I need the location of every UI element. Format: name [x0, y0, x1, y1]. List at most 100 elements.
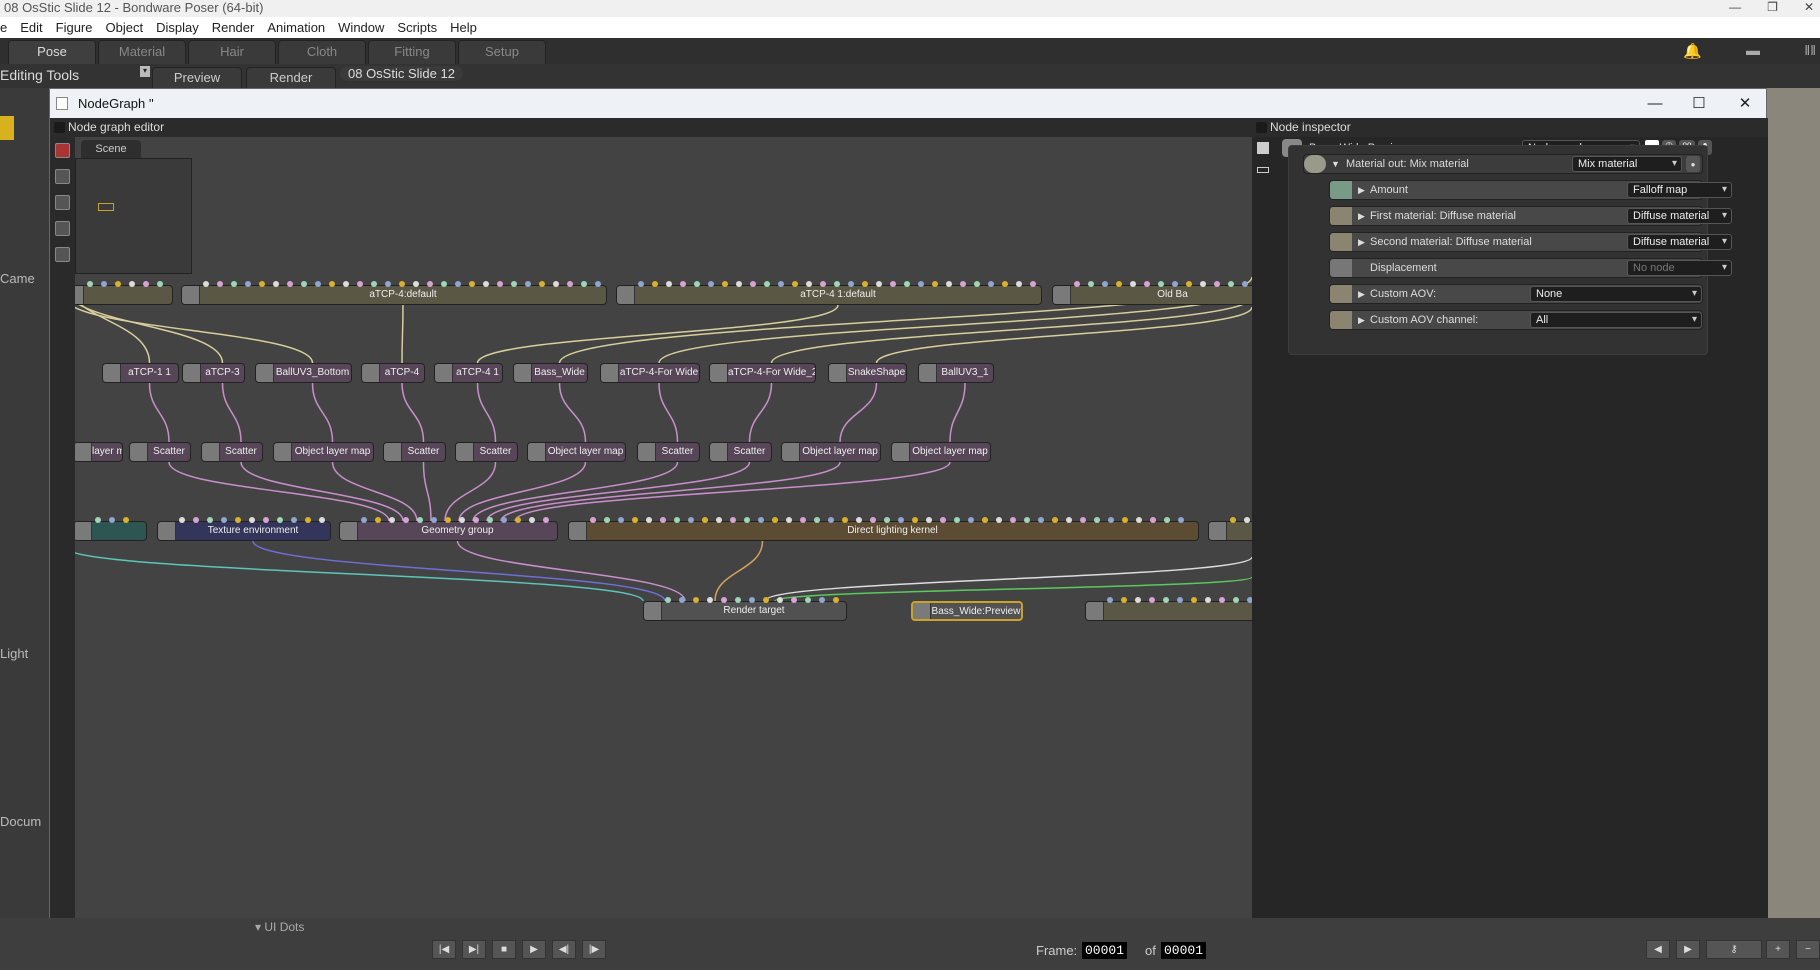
input-port[interactable] — [833, 597, 839, 603]
remove-key-button[interactable]: − — [1796, 940, 1820, 959]
input-port[interactable] — [193, 517, 199, 523]
param-row[interactable]: ▶ First material: Diffuse material Diffuse… — [1329, 206, 1732, 226]
input-port[interactable] — [525, 281, 531, 287]
input-port[interactable] — [1186, 281, 1192, 287]
input-port[interactable] — [1149, 597, 1155, 603]
input-port[interactable] — [1233, 597, 1239, 603]
input-port[interactable] — [828, 517, 834, 523]
input-port[interactable] — [249, 517, 255, 523]
input-port[interactable] — [1200, 281, 1206, 287]
next-key-button[interactable]: |▶ — [582, 940, 606, 959]
input-port[interactable] — [819, 597, 825, 603]
input-port[interactable] — [884, 517, 890, 523]
bell-icon[interactable]: 🔔 — [1683, 42, 1702, 60]
input-port[interactable] — [115, 281, 121, 287]
node-row4[interactable]: Geometry group — [339, 521, 558, 541]
minimize-button[interactable]: — — [1635, 89, 1675, 118]
input-port[interactable] — [371, 281, 377, 287]
input-port[interactable] — [1094, 517, 1100, 523]
keyframe-button[interactable]: ⚷ — [1706, 940, 1762, 959]
input-port[interactable] — [763, 597, 769, 603]
restore-button[interactable]: ❐ — [1767, 0, 1778, 17]
input-port[interactable] — [834, 281, 840, 287]
param-dropdown[interactable]: Falloff map — [1627, 182, 1732, 198]
input-port[interactable] — [1116, 281, 1122, 287]
input-port[interactable] — [805, 597, 811, 603]
input-port[interactable] — [744, 517, 750, 523]
param-dropdown[interactable]: Diffuse material — [1627, 208, 1732, 224]
tab-setup[interactable]: Setup — [458, 40, 546, 64]
tab-hair[interactable]: Hair — [188, 40, 276, 64]
document-viewport[interactable] — [1767, 88, 1820, 918]
expand-arrow-icon[interactable]: ▶ — [1358, 207, 1365, 225]
input-port[interactable] — [483, 281, 489, 287]
node-row2[interactable]: SnakeShape — [828, 363, 907, 383]
input-port[interactable] — [652, 281, 658, 287]
editor-checkbox[interactable] — [54, 122, 65, 133]
input-port[interactable] — [291, 517, 297, 523]
input-port[interactable] — [618, 517, 624, 523]
input-port[interactable] — [974, 281, 980, 287]
input-port[interactable] — [666, 281, 672, 287]
node-row4[interactable] — [75, 521, 147, 541]
input-port[interactable] — [1074, 281, 1080, 287]
prev-key-button[interactable]: ◀| — [552, 940, 576, 959]
tab-scene[interactable]: Scene — [81, 140, 141, 158]
node-row4[interactable] — [1208, 521, 1252, 541]
input-port[interactable] — [1214, 281, 1220, 287]
input-port[interactable] — [749, 597, 755, 603]
node-row3[interactable]: Object layer map — [273, 442, 374, 462]
param-row[interactable]: ▶ Custom AOV: None — [1329, 284, 1703, 304]
input-port[interactable] — [736, 281, 742, 287]
input-port[interactable] — [1052, 517, 1058, 523]
input-port[interactable] — [273, 281, 279, 287]
input-port[interactable] — [1030, 281, 1036, 287]
input-port[interactable] — [143, 281, 149, 287]
input-port[interactable] — [1122, 517, 1128, 523]
input-port[interactable] — [221, 517, 227, 523]
input-port[interactable] — [730, 517, 736, 523]
input-port[interactable] — [1038, 517, 1044, 523]
next-frame-button[interactable]: ▶ — [1676, 940, 1700, 959]
input-port[interactable] — [413, 281, 419, 287]
input-port[interactable] — [1228, 281, 1234, 287]
input-port[interactable] — [1002, 281, 1008, 287]
input-port[interactable] — [455, 281, 461, 287]
input-port[interactable] — [417, 517, 423, 523]
input-port[interactable] — [1024, 517, 1030, 523]
input-port[interactable] — [1177, 597, 1183, 603]
input-port[interactable] — [1107, 597, 1113, 603]
input-port[interactable] — [1080, 517, 1086, 523]
node-row2[interactable]: BallUV3_Bottom — [255, 363, 352, 383]
input-port[interactable] — [1108, 517, 1114, 523]
frame-input[interactable]: 00001 — [1082, 942, 1128, 959]
target-icon[interactable] — [55, 143, 70, 158]
node-row3[interactable]: Scatter — [455, 442, 518, 462]
input-port[interactable] — [539, 281, 545, 287]
input-port[interactable] — [511, 281, 517, 287]
input-port[interactable] — [758, 517, 764, 523]
input-port[interactable] — [1230, 517, 1236, 523]
node-row3[interactable]: Object layer map — [527, 442, 626, 462]
expand-arrow-icon[interactable]: ▶ — [1358, 311, 1365, 329]
param-dropdown[interactable]: None — [1530, 286, 1702, 302]
input-port[interactable] — [1010, 517, 1016, 523]
last-frame-button[interactable]: ▶| — [462, 940, 486, 959]
input-port[interactable] — [988, 281, 994, 287]
input-port[interactable] — [529, 517, 535, 523]
node-row3[interactable]: Scatter — [201, 442, 263, 462]
input-port[interactable] — [764, 281, 770, 287]
input-port[interactable] — [660, 517, 666, 523]
expand-arrow-icon[interactable]: ▶ — [1358, 181, 1365, 199]
input-port[interactable] — [487, 517, 493, 523]
input-port[interactable] — [263, 517, 269, 523]
input-port[interactable] — [1136, 517, 1142, 523]
library-icon[interactable]: ‖‖ — [1804, 42, 1816, 58]
input-port[interactable] — [722, 281, 728, 287]
input-port[interactable] — [101, 281, 107, 287]
input-port[interactable] — [1144, 281, 1150, 287]
input-port[interactable] — [1244, 517, 1250, 523]
input-port[interactable] — [1121, 597, 1127, 603]
input-port[interactable] — [912, 517, 918, 523]
input-port[interactable] — [203, 281, 209, 287]
